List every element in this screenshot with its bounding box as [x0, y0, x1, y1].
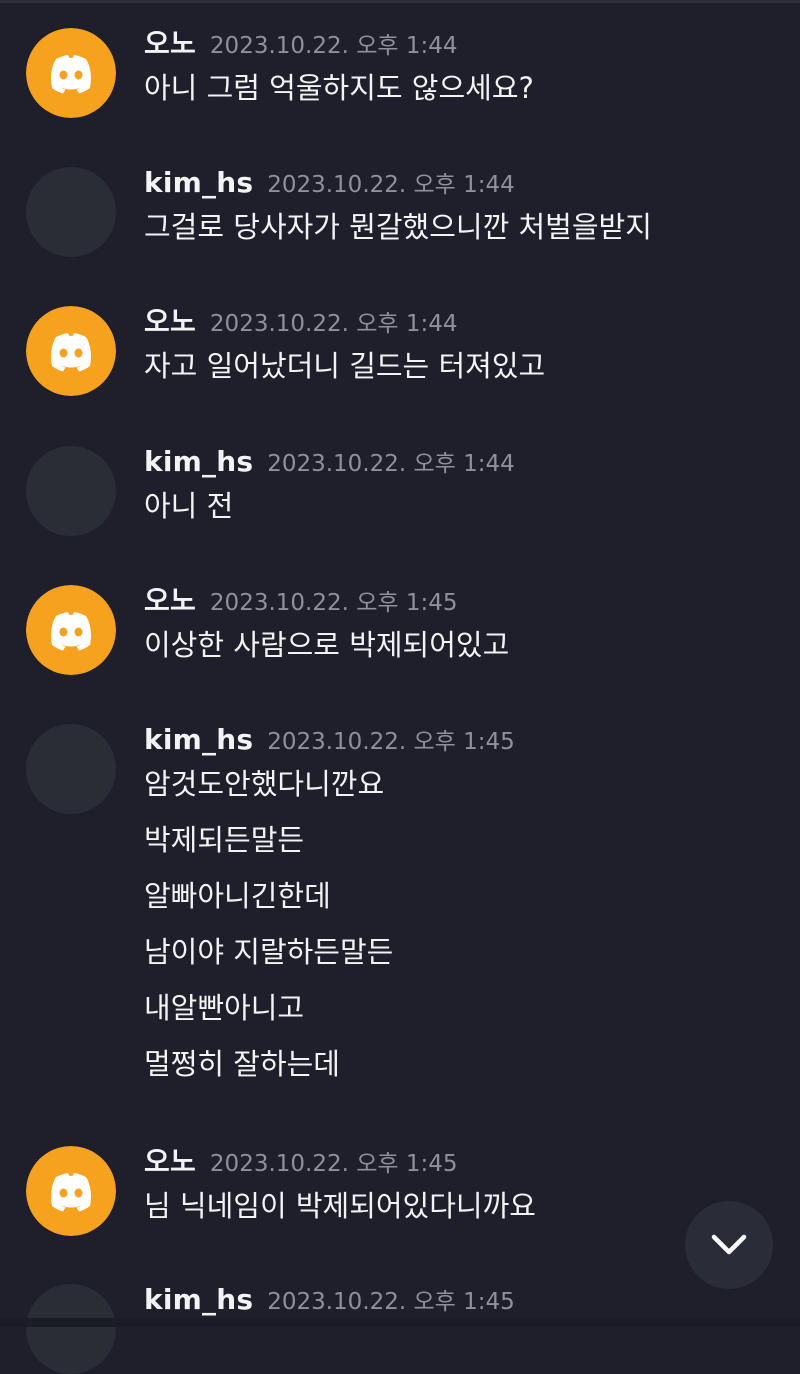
username[interactable]: 오노: [144, 584, 196, 617]
message-line: 내알빤아니고: [144, 991, 305, 1025]
bottom-edge: [0, 1318, 800, 1327]
message-line: 아니 그럼 억울하지도 않으세요?: [144, 71, 534, 105]
message-content: 자고 일어났더니 길드는 터져있고: [144, 344, 545, 400]
avatar[interactable]: [26, 724, 116, 814]
message-content: 암것도안했다니깐요 박제되든말든 알빠아니긴한데 남이야 지랄하든말든 내알빤아…: [144, 762, 393, 1098]
username[interactable]: kim_hs: [144, 1283, 253, 1316]
avatar[interactable]: [26, 1146, 116, 1236]
message-list[interactable]: 오노 2023.10.22. 오후 1:44 아니 그럼 억울하지도 않으세요? …: [0, 0, 800, 1374]
discord-logo-icon: [26, 28, 116, 118]
message-header: kim_hs 2023.10.22. 오후 1:44: [144, 163, 515, 203]
message-header: kim_hs 2023.10.22. 오후 1:44: [144, 442, 515, 482]
username[interactable]: 오노: [144, 305, 196, 338]
message-header: 오노 2023.10.22. 오후 1:45: [144, 581, 458, 621]
message-line: 박제되든말든: [144, 823, 305, 857]
message-line: 이상한 사람으로 박제되어있고: [144, 628, 510, 662]
discord-logo-icon: [26, 306, 116, 396]
avatar[interactable]: [26, 167, 116, 257]
message-line: 그걸로 당사자가 뭔갈했으니깐 처벌을받지: [144, 210, 652, 244]
username[interactable]: 오노: [144, 27, 196, 60]
timestamp: 2023.10.22. 오후 1:45: [267, 729, 515, 755]
avatar[interactable]: [26, 446, 116, 536]
avatar[interactable]: [26, 1284, 116, 1374]
timestamp: 2023.10.22. 오후 1:44: [209, 311, 458, 337]
message-content: 그걸로 당사자가 뭔갈했으니깐 처벌을받지: [144, 205, 652, 261]
message-header: 오노 2023.10.22. 오후 1:44: [144, 24, 458, 64]
discord-logo-icon: [26, 1146, 116, 1236]
message-line: 님 닉네임이 박제되어있다니까요: [144, 1189, 536, 1223]
username[interactable]: kim_hs: [144, 723, 253, 756]
timestamp: 2023.10.22. 오후 1:45: [267, 1289, 515, 1315]
message-header: kim_hs 2023.10.22. 오후 1:45: [144, 1280, 515, 1320]
message-line: 암것도안했다니깐요: [144, 767, 385, 801]
message-header: 오노 2023.10.22. 오후 1:44: [144, 302, 458, 342]
chevron-down-icon: [711, 1234, 747, 1255]
message-content: 아니 그럼 억울하지도 않으세요?: [144, 66, 534, 122]
message-line: 아니 전: [144, 489, 234, 523]
message-line: 남이야 지랄하든말든: [144, 935, 394, 969]
username[interactable]: kim_hs: [144, 445, 253, 478]
message-header: kim_hs 2023.10.22. 오후 1:45: [144, 720, 515, 760]
message-line: 알빠아니긴한데: [144, 879, 331, 913]
message-line: 자고 일어났더니 길드는 터져있고: [144, 349, 546, 383]
timestamp: 2023.10.22. 오후 1:44: [267, 451, 515, 477]
discord-logo-icon: [26, 585, 116, 675]
username[interactable]: 오노: [144, 1145, 196, 1178]
message-content: 아니 전: [144, 484, 233, 540]
username[interactable]: kim_hs: [144, 166, 253, 199]
avatar[interactable]: [26, 306, 116, 396]
timestamp: 2023.10.22. 오후 1:44: [267, 172, 515, 198]
timestamp: 2023.10.22. 오후 1:44: [209, 33, 458, 59]
message-content: 님 닉네임이 박제되어있다니까요: [144, 1184, 536, 1240]
message-header: 오노 2023.10.22. 오후 1:45: [144, 1142, 458, 1182]
message-line: 멀쩡히 잘하는데: [144, 1047, 340, 1081]
scroll-to-bottom-button[interactable]: [685, 1201, 773, 1289]
timestamp: 2023.10.22. 오후 1:45: [209, 590, 458, 616]
avatar[interactable]: [26, 28, 116, 118]
avatar[interactable]: [26, 585, 116, 675]
message-content: 이상한 사람으로 박제되어있고: [144, 623, 509, 679]
timestamp: 2023.10.22. 오후 1:45: [209, 1151, 458, 1177]
